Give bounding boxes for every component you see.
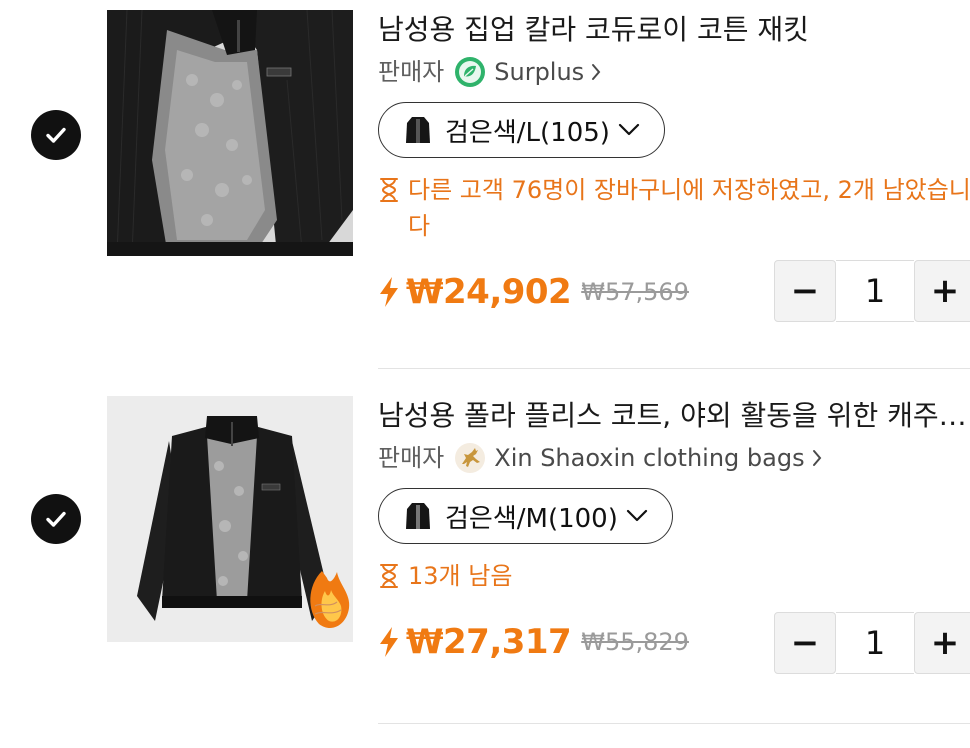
price-row: ₩27,317 ₩55,829 xyxy=(378,622,689,662)
price-row: ₩24,902 ₩57,569 xyxy=(378,272,689,312)
product-image[interactable] xyxy=(107,10,353,256)
running-deer-icon xyxy=(454,442,486,474)
quantity-value[interactable]: 1 xyxy=(836,612,914,674)
quantity-stepper: − 1 + xyxy=(774,612,970,674)
product-info: 남성용 집업 칼라 코듀로이 코튼 재킷 판매자 Surplus 검은색/L(1… xyxy=(378,10,970,244)
jacket-image xyxy=(107,396,353,642)
jacket-swatch-icon xyxy=(406,503,430,529)
stock-notice: 13개 남음 xyxy=(378,558,970,594)
stock-notice-text: 다른 고객 76명이 장바구니에 저장하였고, 2개 남았습니다 xyxy=(408,176,970,240)
seller-label: 판매자 xyxy=(378,444,445,472)
divider xyxy=(378,723,970,724)
flash-sale-bolt-icon xyxy=(380,277,398,307)
chevron-right-icon xyxy=(812,450,821,466)
decrease-quantity-button[interactable]: − xyxy=(774,612,836,674)
product-info: 남성용 폴라 플리스 코트, 야외 활동을 위한 캐주얼 재킷 판매자 Xin … xyxy=(378,396,970,594)
increase-quantity-button[interactable]: + xyxy=(914,612,970,674)
checkmark-icon xyxy=(46,511,66,527)
decrease-quantity-button[interactable]: − xyxy=(774,260,836,322)
original-price: ₩55,829 xyxy=(581,628,689,656)
divider xyxy=(378,368,970,369)
cart-item: 남성용 집업 칼라 코듀로이 코튼 재킷 판매자 Surplus 검은색/L(1… xyxy=(0,0,970,370)
variant-label: 검은색/M(100) xyxy=(445,503,618,534)
jacket-swatch-icon xyxy=(406,117,430,143)
jacket-image xyxy=(107,10,353,256)
checkmark-icon xyxy=(46,127,66,143)
select-item-checkbox[interactable] xyxy=(31,110,81,160)
original-price: ₩57,569 xyxy=(581,278,689,306)
quantity-stepper: − 1 + xyxy=(774,260,970,322)
hourglass-icon xyxy=(380,178,398,202)
select-item-checkbox[interactable] xyxy=(31,494,81,544)
seller-name-link[interactable]: Xin Shaoxin clothing bags xyxy=(494,441,804,475)
leaf-globe-icon xyxy=(454,56,486,88)
variant-selector[interactable]: 검은색/M(100) xyxy=(378,488,673,544)
seller-row[interactable]: 판매자 Xin Shaoxin clothing bags xyxy=(378,440,970,476)
cart-item-list: 남성용 집업 칼라 코듀로이 코튼 재킷 판매자 Surplus 검은색/L(1… xyxy=(0,0,970,748)
product-title[interactable]: 남성용 폴라 플리스 코트, 야외 활동을 위한 캐주얼 재킷 xyxy=(378,396,970,436)
quantity-value[interactable]: 1 xyxy=(836,260,914,322)
seller-label: 판매자 xyxy=(378,58,445,86)
hourglass-icon xyxy=(380,564,398,588)
sale-price: ₩27,317 xyxy=(406,622,572,662)
variant-selector[interactable]: 검은색/L(105) xyxy=(378,102,665,158)
chevron-down-icon xyxy=(626,509,647,522)
flash-sale-bolt-icon xyxy=(380,627,398,657)
stock-notice: 다른 고객 76명이 장바구니에 저장하였고, 2개 남았습니다 xyxy=(378,172,970,244)
product-title[interactable]: 남성용 집업 칼라 코듀로이 코튼 재킷 xyxy=(378,10,970,50)
stock-notice-text: 13개 남음 xyxy=(408,562,513,590)
chevron-right-icon xyxy=(592,64,601,80)
sale-price: ₩24,902 xyxy=(406,272,572,312)
chevron-down-icon xyxy=(618,123,640,136)
product-image[interactable] xyxy=(107,396,353,642)
variant-label: 검은색/L(105) xyxy=(445,117,610,148)
increase-quantity-button[interactable]: + xyxy=(914,260,970,322)
cart-item: 남성용 폴라 플리스 코트, 야외 활동을 위한 캐주얼 재킷 판매자 Xin … xyxy=(0,370,970,748)
seller-name-link[interactable]: Surplus xyxy=(494,55,584,89)
seller-row[interactable]: 판매자 Surplus xyxy=(378,54,970,90)
